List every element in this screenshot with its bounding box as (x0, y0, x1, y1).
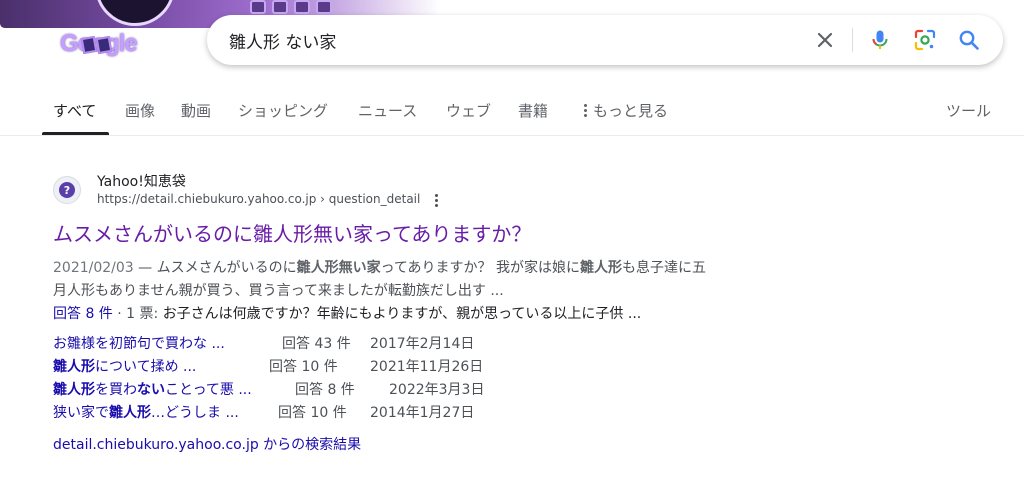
search-input[interactable] (229, 15, 789, 65)
clear-icon[interactable] (813, 28, 837, 52)
search-result: ? Yahoo!知恵袋 https://detail.chiebukuro.ya… (53, 170, 783, 453)
question-date: 2014年1月27日 (370, 405, 475, 421)
logo-blocks-decoration (80, 35, 113, 55)
result-snippet: 2021/02/03 — ムスメさんがいるのに雛人形無い家ってありますか？ 我が… (53, 257, 773, 303)
snippet-line-2: 月人形もありません親が買う、買う言って来ましたが転勤族だし出す ... (53, 283, 504, 299)
doodle-blocks (250, 0, 332, 14)
votes-text: · 1 票: (112, 306, 163, 322)
result-options-icon[interactable] (431, 192, 442, 209)
more-vert-icon (584, 104, 587, 117)
tab-shopping[interactable]: ショッピング (238, 100, 328, 121)
tab-web[interactable]: ウェブ (446, 100, 491, 121)
tab-more[interactable]: もっと見る (584, 100, 668, 121)
answer-meta: 回答 8 件 · 1 票: お子さんは何歳ですか？年齢にもよりますが、親が思って… (53, 303, 641, 323)
related-question-link[interactable]: お雛様を初節句で買わな ... (53, 333, 225, 353)
result-source[interactable]: ? Yahoo!知恵袋 https://detail.chiebukuro.ya… (53, 170, 783, 214)
result-title-link[interactable]: ムスメさんがいるのに雛人形無い家ってありますか？ (53, 218, 531, 247)
svg-text:?: ? (64, 184, 70, 197)
search-divider (852, 28, 853, 52)
related-question-link[interactable]: 狭い家で雛人形…どうしま ... (53, 402, 239, 422)
question-date: 2017年2月14日 (370, 336, 475, 352)
question-date: 2021年11月26日 (370, 359, 484, 375)
related-question-link[interactable]: 雛人形を買わないことって悪 ... (53, 379, 252, 399)
snippet-line-1: 2021/02/03 — ムスメさんがいるのに雛人形無い家ってありますか？ 我が… (53, 260, 706, 276)
related-question-link[interactable]: 雛人形について揉め ... (53, 356, 196, 376)
tab-more-label: もっと見る (593, 102, 669, 120)
more-results-link[interactable]: detail.chiebukuro.yahoo.co.jp からの検索結果 (53, 434, 361, 454)
snippet-date: 2021/02/03 (53, 260, 134, 276)
tab-videos[interactable]: 動画 (181, 100, 211, 121)
answers-link[interactable]: 回答 8 件 (53, 306, 113, 322)
question-date: 2022年3月3日 (389, 382, 485, 398)
google-doodle-logo[interactable]: Google (60, 25, 160, 63)
search-box (207, 15, 1003, 65)
tab-news[interactable]: ニュース (358, 100, 417, 121)
tab-images[interactable]: 画像 (125, 100, 155, 121)
tab-all[interactable]: すべて (53, 100, 96, 121)
best-answer-text: お子さんは何歳ですか？年齢にもよりますが、親が思っている以上に子供 ... (162, 306, 642, 322)
tab-books[interactable]: 書籍 (518, 100, 548, 121)
chiebukuro-favicon-icon: ? (53, 176, 81, 204)
search-icon[interactable] (957, 28, 981, 52)
google-lens-icon[interactable] (913, 28, 937, 52)
active-tab-indicator (42, 132, 109, 135)
answer-count: 回答 43 件 (282, 336, 351, 352)
tools-button[interactable]: ツール (946, 100, 991, 121)
snippet-highlight: 雛人形無い家 (296, 260, 381, 276)
answer-count: 回答 8 件 (295, 382, 355, 398)
site-name: Yahoo!知恵袋 (97, 174, 186, 190)
site-url: https://detail.chiebukuro.yahoo.co.jp › … (97, 192, 421, 206)
answer-count: 回答 10 件 (269, 359, 338, 375)
microphone-icon[interactable] (868, 28, 892, 52)
snippet-highlight: 雛人形 (579, 260, 622, 276)
answer-count: 回答 10 件 (278, 405, 347, 421)
search-tabs: すべて 画像 動画 ショッピング ニュース ウェブ 書籍 もっと見る ツール (0, 90, 1024, 136)
